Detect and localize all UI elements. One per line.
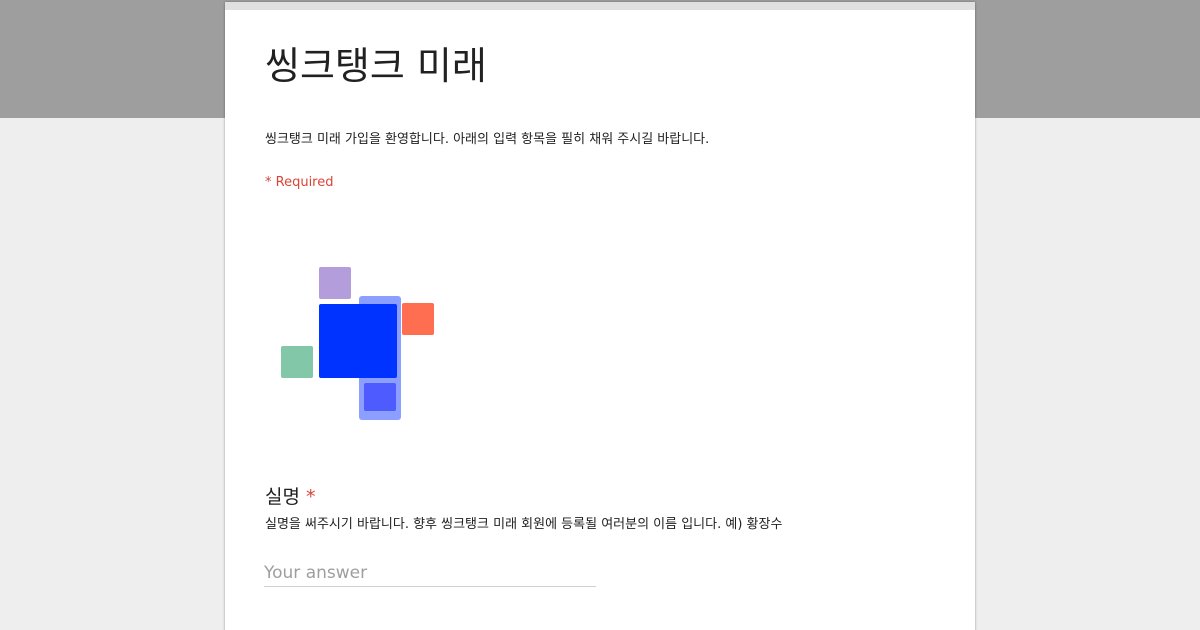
form-description: 씽크탱크 미래 가입을 환영합니다. 아래의 입력 항목을 필히 채워 주시길 … — [265, 132, 710, 147]
form-title: 씽크탱크 미래 — [265, 44, 487, 88]
logo-coral-square — [402, 303, 434, 335]
logo-purple-square — [319, 267, 351, 299]
logo-green-square — [281, 346, 313, 378]
answer-input[interactable] — [264, 560, 596, 587]
logo-mid-blue-square — [364, 383, 396, 411]
logo-main-blue-square — [319, 304, 397, 378]
required-asterisk: * — [305, 486, 316, 508]
card-top-strip — [225, 2, 975, 10]
required-note: * Required — [265, 175, 334, 190]
question-description: 실명을 써주시기 바랍니다. 향후 씽크탱크 미래 회원에 등록될 여러분의 이… — [265, 517, 783, 532]
form-card: 씽크탱크 미래 씽크탱크 미래 가입을 환영합니다. 아래의 입력 항목을 필히… — [225, 2, 975, 630]
thinktank-logo-icon — [281, 267, 434, 420]
question-title: 실명 * — [265, 482, 315, 509]
question-title-text: 실명 — [265, 486, 300, 508]
